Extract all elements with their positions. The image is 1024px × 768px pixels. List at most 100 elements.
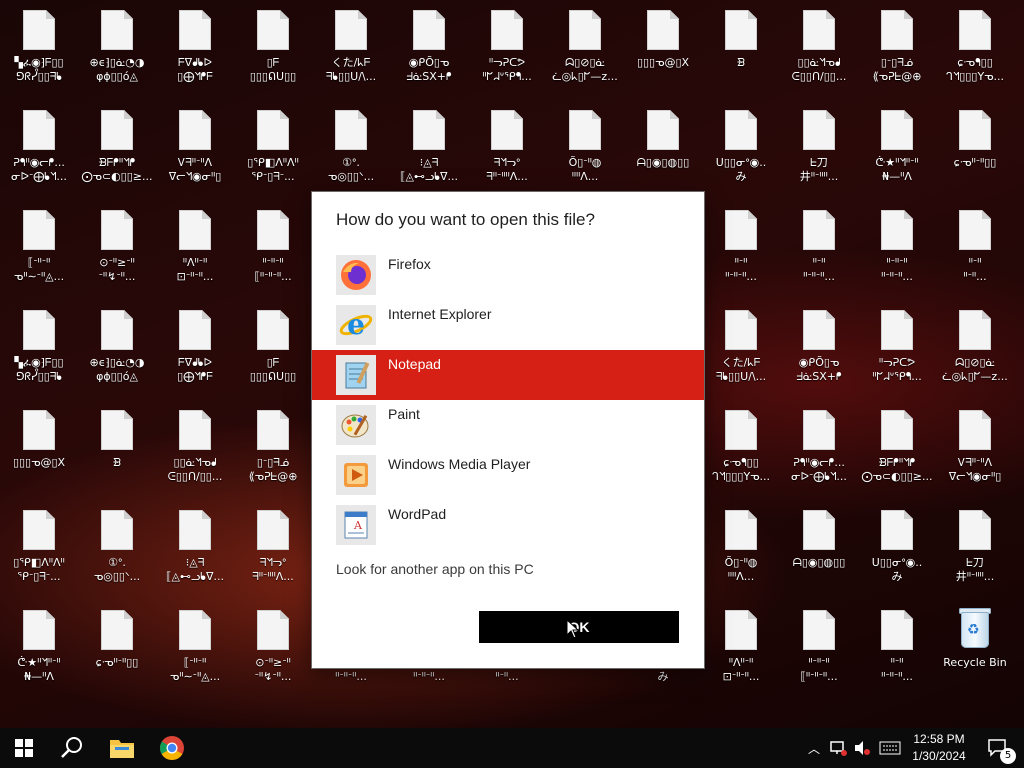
volume-tray[interactable]: [850, 728, 874, 768]
desktop-file[interactable]: ᐦᐨᐦ ᐦᐨᐦᐨᐦ...: [858, 600, 936, 696]
recycle-bin[interactable]: ♻ Recycle Bin: [936, 600, 1014, 696]
desktop-file[interactable]: ◉ᑭÕ▯ᓀ ᖵᓎSX+ᖰ: [390, 0, 468, 96]
desktop-file[interactable]: ▯ᐨ▯ᖷᓅ ⟪ᓀᕈᖶ@⊕: [234, 400, 312, 496]
desktop-file[interactable]: ᐦᐱᐦᐨᐦ ⊡ᐨᐦᐨᐦ...: [156, 200, 234, 296]
app-option-notepad[interactable]: Notepad: [312, 350, 704, 400]
file-icon: [803, 110, 835, 150]
desktop-file[interactable]: ᐦᐨᐦᐨᐦ ⟦ᐦᐨᐦᐨᐦ...: [780, 600, 858, 696]
desktop-file[interactable]: ᗣ▯⊘▯ᓎ ᓛ◎ᖾ▯ᖸ—z...: [546, 0, 624, 96]
desktop-file[interactable]: Õ▯ᐨᐦ◍ ᐦᐦᐱ...: [702, 500, 780, 596]
desktop-file-label: ⊕ϵ⁆▯ᓎ◔◑ φϕ▯▯ό◬: [89, 356, 145, 383]
desktop-file[interactable]: ᐦᐨᐦ ᐦᐨᐦ...: [936, 200, 1014, 296]
desktop-file[interactable]: ɕᓉᐦᐨᐦ▯▯: [78, 600, 156, 696]
desktop-file[interactable]: ⊕ϵ⁆▯ᓎ◔◑ φϕ▯▯ό◬: [78, 0, 156, 96]
file-icon: [413, 110, 445, 150]
desktop-file[interactable]: ᐦᐨᐦᐨᐦ ⟦ᐦᐨᐦᐨᐦ...: [234, 200, 312, 296]
file-icon: [881, 510, 913, 550]
desktop-file[interactable]: ⊙ᐨᐦ≥ᐨᐦ ᐨᐦ↯ᐨᐦ...: [234, 600, 312, 696]
desktop-file[interactable]: ɕᓉᖳ▯▯ ᒉᖿ▯▯▯Yᓀ...: [702, 400, 780, 496]
desktop-file[interactable]: ᕩ★ᐦᖿᐦᐨᐦ ₦—ᐦᐱ: [858, 100, 936, 196]
desktop-file-label: U▯▯ᓂᐤ◉.. み: [715, 156, 767, 183]
desktop-file[interactable]: ⁝◬ᖷ ⟦◬⊷ᓗᖲᐁ...: [390, 100, 468, 196]
desktop-file[interactable]: ᐦᐨᐦ ᐦᐨᐦᐨᐦ...: [702, 200, 780, 296]
file-icon: [179, 110, 211, 150]
desktop-file[interactable]: ᐦᓓᕈᑕᕗ ᐦᖸᖹᐡᕿᖳ...: [858, 300, 936, 396]
windows-logo-icon: [15, 739, 33, 757]
clock[interactable]: 12:58 PM 1/30/2024: [904, 731, 974, 765]
app-option-paint[interactable]: Paint: [312, 400, 704, 450]
desktop-file[interactable]: ①ᐤ. ᓀ◎▯▯ᐠ...: [312, 100, 390, 196]
desktop-file[interactable]: ᗿᖴᖰᐦᖿᖰ ⨀ᓀ⊂◐▯▯≥...: [858, 400, 936, 496]
desktop-file[interactable]: U▯▯ᓂᐤ◉.. み: [858, 500, 936, 596]
desktop-file[interactable]: ⊕ϵ⁆▯ᓎ◔◑ φϕ▯▯ό◬: [78, 300, 156, 396]
file-icon: [23, 310, 55, 350]
desktop-file[interactable]: Ꮩᖷᐦᐨᐦᐱ ᐁᓕᖿ◉ᓂᐦ▯: [936, 400, 1014, 496]
keyboard-tray[interactable]: [876, 728, 904, 768]
app-option-internet-explorer[interactable]: e Internet Explorer: [312, 300, 704, 350]
desktop-file[interactable]: U▯▯ᓂᐤ◉.. み: [702, 100, 780, 196]
desktop-file[interactable]: ᗩ▯◉▯◍▯▯: [780, 500, 858, 596]
desktop-file[interactable]: ⟦ᐨᐦᐨᐦ ᓀᐦ∼ᐨᐦ◬...: [0, 200, 78, 296]
desktop-file[interactable]: ᐦᐱᐦᐨᐦ ⊡ᐨᐦᐨᐦ...: [702, 600, 780, 696]
file-icon: [959, 310, 991, 350]
start-button[interactable]: [0, 728, 48, 768]
desktop-file[interactable]: ▯▯▯ᓀ@▯X: [0, 400, 78, 496]
desktop-file[interactable]: ᗿ: [702, 0, 780, 96]
file-explorer-button[interactable]: [98, 728, 146, 768]
file-icon: [257, 510, 289, 550]
app-option-firefox[interactable]: Firefox: [312, 250, 704, 300]
look-for-another-app-link[interactable]: Look for another app on this PC: [336, 561, 534, 577]
desktop-file[interactable]: Õ▯ᐨᐦ◍ ᐦᐦᐱ...: [546, 100, 624, 196]
desktop-file-label: くた/ᖾᖴ ᖷᖲ▯▯U/\...: [325, 56, 377, 83]
desktop-file[interactable]: ▯ᖴ ▯▯▯ᕠᑌ▯▯: [234, 0, 312, 96]
search-button[interactable]: [48, 728, 96, 768]
folder-icon: [110, 740, 134, 758]
desktop-file[interactable]: くた/ᖾᖴ ᖷᖲ▯▯U/\...: [312, 0, 390, 96]
desktop-file[interactable]: ◉ᑭÕ▯ᓀ ᖵᓎSX+ᖰ: [780, 300, 858, 396]
desktop-file[interactable]: ᐦᐨᐦ ᐦᐨᐦᐨᐦ...: [780, 200, 858, 296]
desktop-file[interactable]: ᗿ: [78, 400, 156, 496]
desktop-file[interactable]: ▯ᐨ▯ᖷᓅ ⟪ᓀᕈᖶ@⊕: [858, 0, 936, 96]
desktop-file[interactable]: ▯▯ᓎᖿᓀᖱ ᕮ▯▯ᑎ/▯▯...: [156, 400, 234, 496]
desktop-file[interactable]: くた/ᖾᖴ ᖷᖲ▯▯U/\...: [702, 300, 780, 396]
desktop-file[interactable]: ᗩ▯◉▯◍▯▯: [624, 100, 702, 196]
file-icon: [803, 410, 835, 450]
desktop-file[interactable]: ▯▯ᓎᖿᓀᖱ ᕮ▯▯ᑎ/▯▯...: [780, 0, 858, 96]
desktop-file[interactable]: ▚ፈ◉⁆ᖴ▯▯ ⅁ᖇᓮ▯▯ᖷᖲ: [0, 300, 78, 396]
desktop-file[interactable]: ▯ᕿ◧ᐱᐦᐱᐦ ᕿᐨ▯ᖷᐨ...: [234, 100, 312, 196]
desktop-file[interactable]: ᗿᖴᖰᐦᖿᖰ ⨀ᓀ⊂◐▯▯≥...: [78, 100, 156, 196]
app-option-wordpad[interactable]: A WordPad: [312, 500, 704, 550]
desktop-file[interactable]: ᖴᐁᖱᖲᐅ ▯⨁ᖿᖰᖴ: [156, 300, 234, 396]
desktop-file[interactable]: ᖷᖿᓓᐤ ᖷᐦᐨᐦᐦᐱ...: [468, 100, 546, 196]
desktop-file[interactable]: ▯ᖴ ▯▯▯ᕠᑌ▯▯: [234, 300, 312, 396]
desktop-file[interactable]: ①ᐤ. ᓀ◎▯▯ᐠ...: [78, 500, 156, 596]
desktop-file[interactable]: ▚ፈ◉⁆ᖴ▯▯ ⅁ᖇᓮ▯▯ᖷᖲ: [0, 0, 78, 96]
network-tray[interactable]: [826, 728, 850, 768]
desktop-file[interactable]: ᖶ刀 井ᐦᐨᐦᐦ...: [936, 500, 1014, 596]
desktop-file[interactable]: ᖷᖿᓓᐤ ᖷᐦᐨᐦᐦᐱ...: [234, 500, 312, 596]
desktop-file[interactable]: ▯▯▯ᓀ@▯X: [624, 0, 702, 96]
desktop-file[interactable]: ᗣ▯⊘▯ᓎ ᓛ◎ᖾ▯ᖸ—z...: [936, 300, 1014, 396]
desktop-file[interactable]: ▯ᕿ◧ᐱᐦᐱᐦ ᕿᐨ▯ᖷᐨ...: [0, 500, 78, 596]
desktop-file[interactable]: ᐦᓓᕈᑕᕗ ᐦᖸᖹᐡᕿᖳ...: [468, 0, 546, 96]
desktop-file[interactable]: ᕈᖳᐦ◉ᓕᖰ... ᓂᐅᐨ⨁ᖲᖿ...: [780, 400, 858, 496]
app-option-windows-media-player[interactable]: Windows Media Player: [312, 450, 704, 500]
desktop-file[interactable]: Ꮩᖷᐦᐨᐦᐱ ᐁᓕᖿ◉ᓂᐦ▯: [156, 100, 234, 196]
desktop-file[interactable]: ᕈᖳᐦ◉ᓕᖰ... ᓂᐅᐨ⨁ᖲᖿ...: [0, 100, 78, 196]
chrome-button[interactable]: [148, 728, 196, 768]
desktop-file[interactable]: ɕᓉᖳ▯▯ ᒉᖿ▯▯▯Yᓀ...: [936, 0, 1014, 96]
desktop-file[interactable]: ⊙ᐨᐦ≥ᐨᐦ ᐨᐦ↯ᐨᐦ...: [78, 200, 156, 296]
desktop-file[interactable]: ᖶ刀 井ᐦᐨᐦᐦ...: [780, 100, 858, 196]
desktop-file[interactable]: ᐦᐨᐦᐨᐦ ᐦᐨᐦᐨᐦ...: [858, 200, 936, 296]
desktop-file[interactable]: ⁝◬ᖷ ⟦◬⊷ᓗᖲᐁ...: [156, 500, 234, 596]
desktop-file[interactable]: ⟦ᐨᐦᐨᐦ ᓀᐦ∼ᐨᐦ◬...: [156, 600, 234, 696]
action-center-button[interactable]: 5: [978, 728, 1018, 768]
show-hidden-icons-button[interactable]: ︿: [804, 728, 824, 768]
notepad-icon: [336, 355, 376, 395]
desktop-file[interactable]: ᖴᐁᖱᖲᐅ ▯⨁ᖿᖰᖴ: [156, 0, 234, 96]
desktop-file-label: ⊕ϵ⁆▯ᓎ◔◑ φϕ▯▯ό◬: [89, 56, 145, 83]
desktop-file[interactable]: ɕᓉᐦᐨᐦ▯▯: [936, 100, 1014, 196]
desktop-file[interactable]: ᕩ★ᐦᖿᐦᐨᐦ ₦—ᐦᐱ: [0, 600, 78, 696]
file-icon: [23, 110, 55, 150]
desktop-file-label: ᐦᐨᐦ ᐦᐨᐦ...: [963, 256, 987, 283]
